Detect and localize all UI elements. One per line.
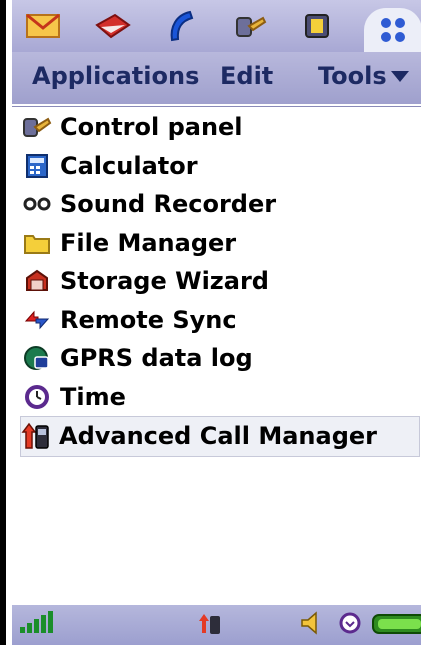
list-item-label: Calculator	[60, 151, 198, 180]
dropdown-triangle-icon	[390, 70, 409, 82]
gprs-data-log-icon	[22, 344, 52, 372]
control-panel-icon[interactable]	[228, 6, 274, 46]
call-manager-icon	[198, 611, 224, 639]
list-item-time[interactable]: Time	[22, 378, 421, 417]
sound-recorder-icon	[22, 190, 52, 218]
clock-icon	[22, 383, 52, 411]
list-item-label: File Manager	[60, 228, 237, 257]
list-item-label: Storage Wizard	[60, 267, 269, 296]
envelope-icon[interactable]	[20, 6, 66, 46]
remote-sync-icon	[22, 306, 52, 334]
application-list: Control panel Calculator Sound Recorder …	[20, 108, 421, 457]
battery-icon	[372, 613, 421, 639]
media-icon[interactable]	[294, 6, 340, 46]
contacts-book-icon[interactable]	[90, 6, 136, 46]
calculator-icon	[22, 152, 52, 180]
app-switch-bar	[12, 0, 421, 52]
menu-bar: Applications Edit Tools	[12, 52, 421, 106]
list-item-remote-sync[interactable]: Remote Sync	[22, 301, 421, 340]
speaker-icon[interactable]	[300, 611, 322, 639]
signal-strength-icon	[18, 609, 56, 639]
list-item-label: Advanced Call Manager	[59, 422, 377, 451]
phone-handset-icon[interactable]	[158, 6, 204, 46]
folder-icon	[22, 229, 52, 257]
applications-grid-icon[interactable]	[364, 8, 421, 52]
list-item-label: GPRS data log	[60, 344, 253, 373]
list-item-label: Sound Recorder	[60, 190, 277, 219]
list-item-control-panel[interactable]: Control panel	[22, 108, 421, 147]
list-item-storage-wizard[interactable]: Storage Wizard	[22, 262, 421, 301]
list-item-label: Control panel	[60, 113, 243, 142]
tools-menu-label: Tools	[318, 62, 387, 90]
control-panel-icon	[22, 113, 52, 141]
list-item-calculator[interactable]: Calculator	[22, 147, 421, 186]
list-item-sound-recorder[interactable]: Sound Recorder	[22, 185, 421, 224]
alarm-clock-icon	[338, 611, 362, 639]
list-item-label: Time	[60, 382, 126, 411]
advanced-call-manager-icon	[21, 422, 51, 450]
list-item-label: Remote Sync	[60, 305, 237, 334]
list-item-file-manager[interactable]: File Manager	[22, 224, 421, 263]
list-item-advanced-call-manager[interactable]: Advanced Call Manager	[20, 416, 420, 457]
list-item-gprs-data-log[interactable]: GPRS data log	[22, 339, 421, 378]
tools-menu[interactable]: Tools	[318, 62, 409, 90]
storage-wizard-icon	[22, 267, 52, 295]
status-bar	[12, 605, 421, 645]
edit-menu[interactable]: Edit	[220, 62, 273, 90]
applications-menu[interactable]: Applications	[32, 62, 199, 90]
phone-screen: Applications Edit Tools Control panel Ca…	[0, 0, 421, 645]
